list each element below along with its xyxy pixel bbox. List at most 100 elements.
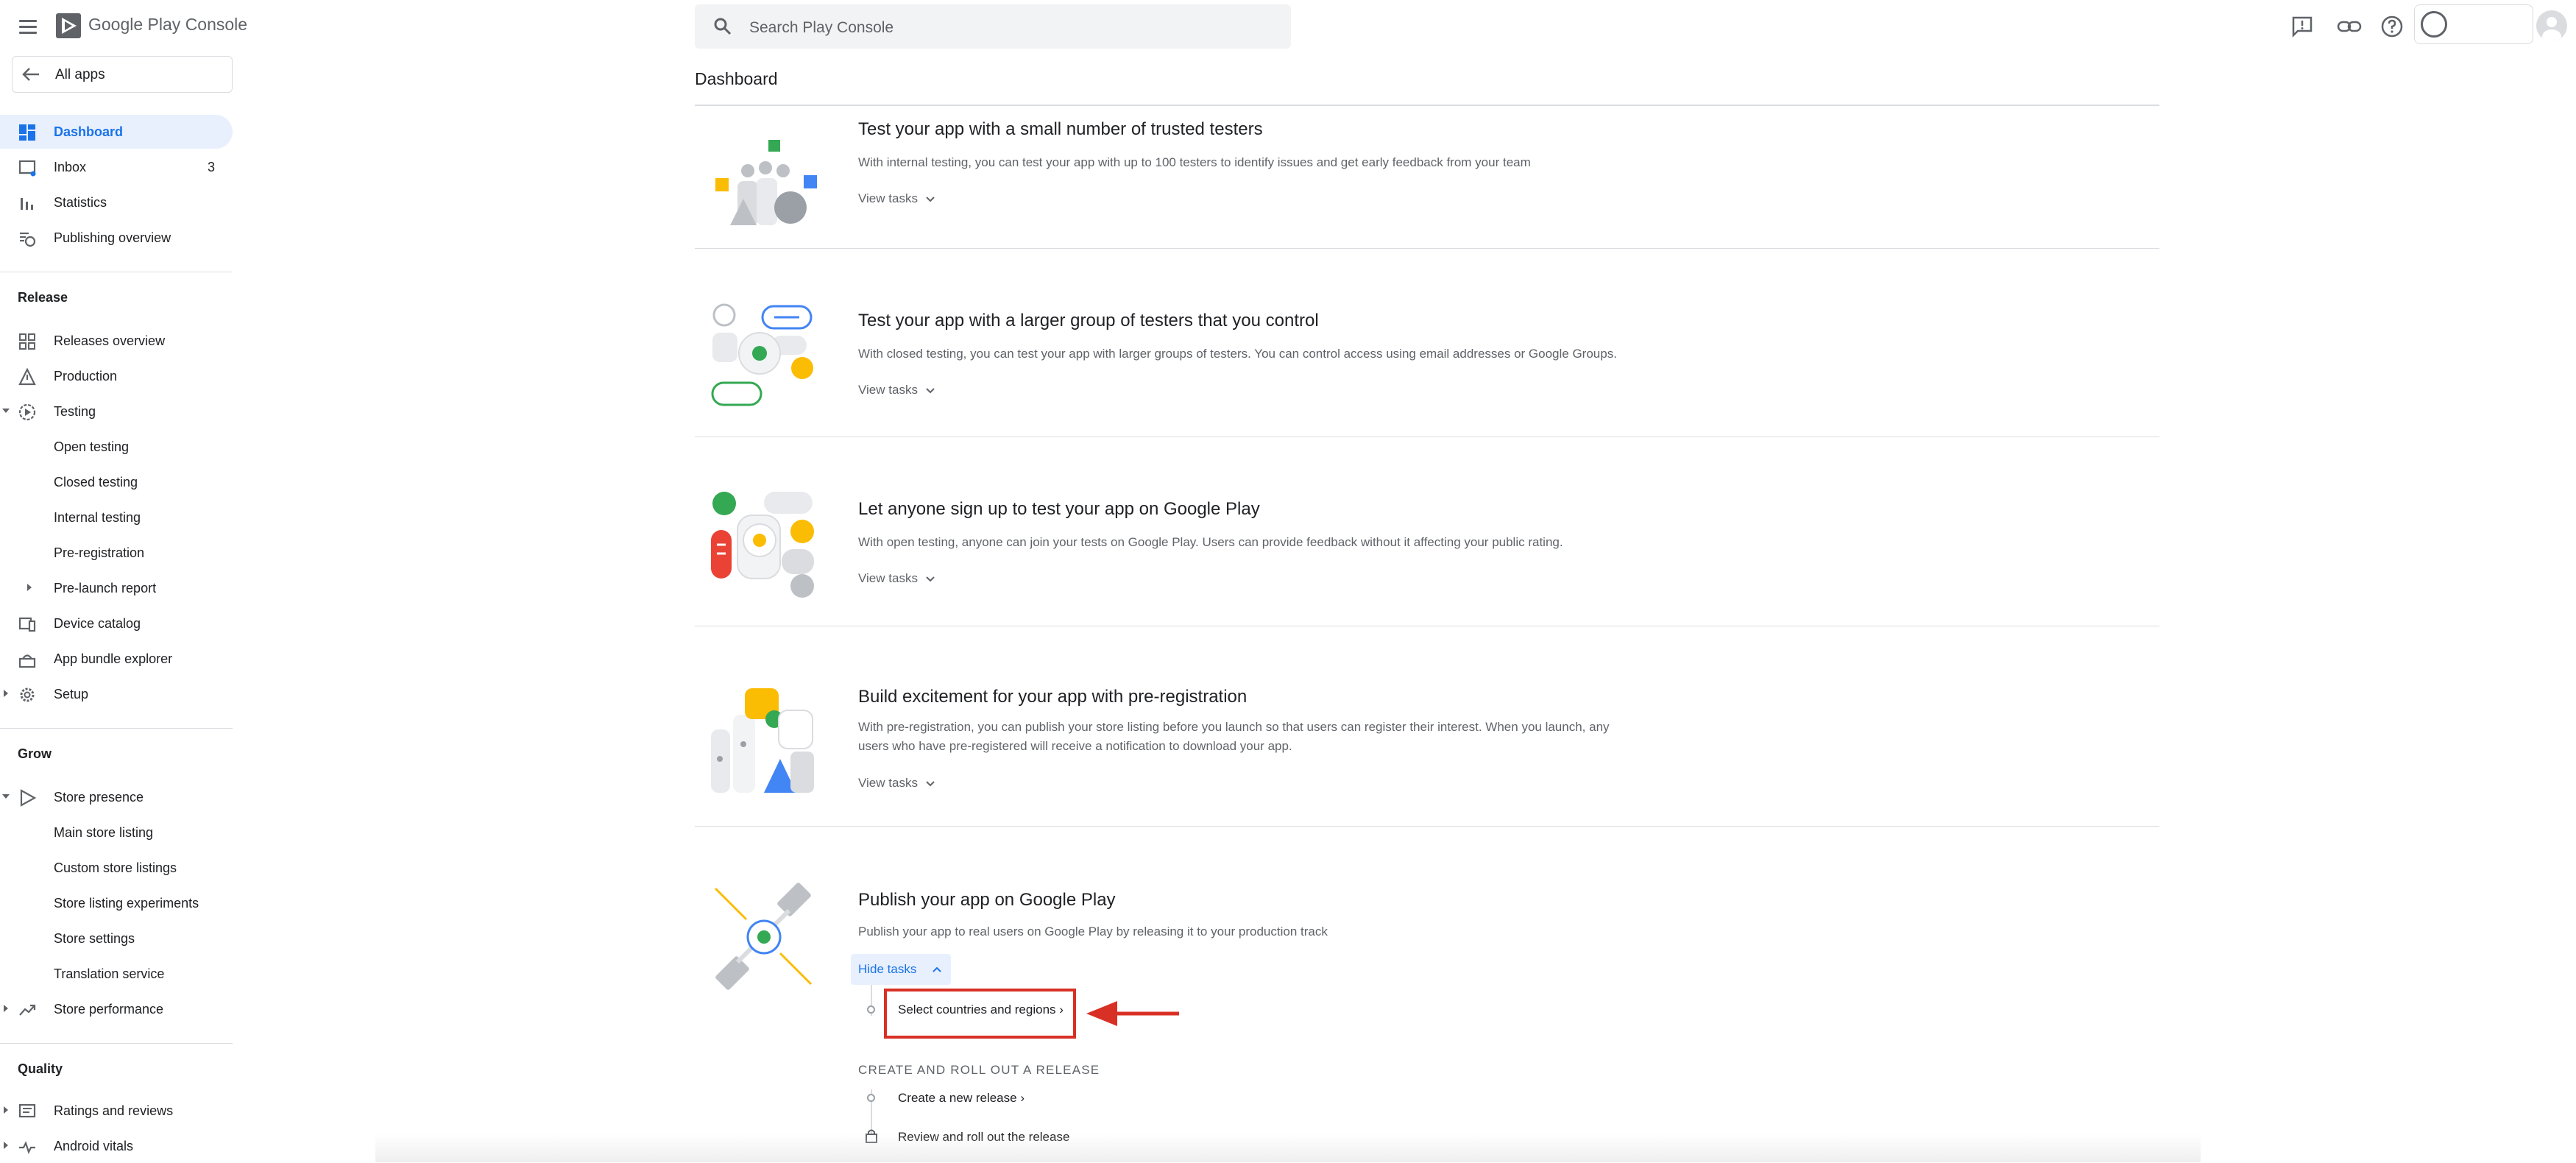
sidebar-item-label: Internal testing	[54, 510, 141, 525]
internal-testing-illustration	[715, 140, 817, 225]
step-status-icon	[867, 1094, 875, 1102]
sidebar-item-store-performance[interactable]: Store performance	[0, 992, 233, 1026]
sidebar-item-label: Production	[54, 369, 118, 383]
publish-app-illustration	[714, 883, 813, 990]
sidebar-item-app-bundle-explorer[interactable]: App bundle explorer	[0, 642, 233, 676]
card-description: Publish your app to real users on Google…	[858, 925, 1328, 938]
sidebar-item-label: Statistics	[54, 195, 107, 210]
sidebar-item-store-presence[interactable]: Store presence	[0, 780, 233, 814]
sidebar-item-store-settings[interactable]: Store settings	[0, 922, 233, 955]
sidebar-item-production[interactable]: Production	[0, 359, 233, 393]
sidebar-item-store-listing-experiments[interactable]: Store listing experiments	[0, 886, 233, 920]
view-tasks-button[interactable]: View tasks	[858, 191, 935, 206]
annotation-arrow-icon	[1086, 1001, 1179, 1026]
sidebar-item-ratings-and-reviews[interactable]: Ratings and reviews	[0, 1094, 233, 1128]
sidebar-item-label: Custom store listings	[54, 860, 177, 875]
sidebar-item-android-vitals[interactable]: Android vitals	[0, 1129, 233, 1163]
top-bar: Google Play Console Search Play Console	[0, 0, 2576, 53]
chevron-right-icon[interactable]	[1, 1004, 10, 1013]
sidebar-item-label: Store presence	[54, 790, 144, 805]
sidebar-item-label: Store listing experiments	[54, 896, 199, 911]
card-title: Let anyone sign up to test your app on G…	[858, 499, 1260, 519]
hide-tasks-button[interactable]: Hide tasks	[851, 954, 951, 985]
search-bar[interactable]: Search Play Console	[695, 4, 1291, 49]
sidebar-item-label: Testing	[54, 404, 96, 419]
chevron-down-icon[interactable]	[1, 792, 10, 801]
chevron-down-icon	[926, 387, 935, 393]
testing-icon	[18, 403, 36, 421]
section-heading-create-release: CREATE AND ROLL OUT A RELEASE	[858, 1063, 1100, 1077]
section-heading-quality: Quality	[18, 1061, 63, 1076]
chevron-right-icon[interactable]	[25, 583, 34, 592]
step-status-icon	[867, 1005, 875, 1014]
inbox-icon	[18, 160, 36, 177]
account-icon	[2421, 11, 2447, 38]
ratings-icon	[18, 1103, 36, 1118]
sidebar-item-pre-launch-report[interactable]: Pre-launch report	[0, 571, 233, 605]
sidebar-item-main-store-listing[interactable]: Main store listing	[0, 816, 233, 849]
chevron-down-icon	[926, 576, 935, 582]
view-tasks-label: View tasks	[858, 191, 918, 205]
pre-registration-illustration	[711, 688, 814, 793]
avatar-icon[interactable]	[2536, 10, 2567, 41]
chevron-right-icon[interactable]	[1, 1141, 10, 1150]
card-description: With open testing, anyone can join your …	[858, 535, 1563, 549]
brand-name: Google Play Console	[88, 15, 248, 34]
sidebar-item-label: Android vitals	[54, 1139, 134, 1153]
sidebar-item-label: Device catalog	[54, 616, 141, 631]
chevron-down-icon	[926, 780, 935, 786]
page-title: Dashboard	[695, 69, 778, 88]
sidebar-item-statistics[interactable]: Statistics	[0, 185, 233, 219]
all-apps-button[interactable]: All apps	[12, 56, 233, 93]
inbox-count-badge: 3	[207, 160, 215, 174]
sidebar-item-custom-store-listings[interactable]: Custom store listings	[0, 851, 233, 885]
sidebar-item-label: Dashboard	[54, 124, 124, 139]
sidebar-item-dashboard[interactable]: Dashboard	[0, 115, 233, 149]
sidebar-item-inbox[interactable]: Inbox 3	[0, 150, 233, 184]
sidebar-item-label: Pre-launch report	[54, 581, 157, 595]
sidebar-item-publishing-overview[interactable]: Publishing overview	[0, 221, 233, 255]
account-switcher[interactable]	[2414, 4, 2533, 44]
search-input[interactable]: Search Play Console	[749, 19, 894, 37]
sidebar-item-label: Setup	[54, 687, 89, 701]
sidebar-item-label: Releases overview	[54, 333, 166, 348]
sidebar-item-internal-testing[interactable]: Internal testing	[0, 501, 233, 534]
card-description: With pre-registration, you can publish y…	[858, 720, 1610, 753]
closed-testing-illustration	[711, 303, 813, 406]
publishing-overview-icon	[20, 232, 36, 247]
sidebar-item-open-testing[interactable]: Open testing	[0, 430, 233, 464]
view-tasks-button[interactable]: View tasks	[858, 571, 935, 586]
card-title: Test your app with a larger group of tes…	[858, 311, 1319, 330]
sidebar-item-device-catalog[interactable]: Device catalog	[0, 607, 233, 640]
app-bundle-explorer-icon	[18, 654, 36, 668]
hide-tasks-label: Hide tasks	[858, 962, 917, 976]
play-console-logo[interactable]	[54, 10, 87, 43]
help-icon[interactable]	[2379, 13, 2405, 40]
sidebar-item-label: Ratings and reviews	[54, 1103, 174, 1118]
sidebar-item-label: Publishing overview	[54, 230, 171, 245]
sidebar-item-closed-testing[interactable]: Closed testing	[0, 465, 233, 499]
sidebar-item-releases-overview[interactable]: Releases overview	[0, 324, 233, 358]
view-tasks-button[interactable]: View tasks	[858, 776, 935, 791]
production-icon	[18, 367, 36, 386]
chevron-down-icon[interactable]	[1, 406, 10, 415]
arrow-back-icon	[22, 68, 39, 81]
sidebar-item-testing[interactable]: Testing	[0, 395, 233, 428]
chevron-right-icon[interactable]	[1, 689, 10, 698]
device-catalog-icon	[18, 617, 36, 632]
link-icon[interactable]	[2336, 13, 2363, 40]
chevron-right-icon[interactable]	[1, 1106, 10, 1114]
view-tasks-label: View tasks	[858, 571, 918, 585]
sidebar-item-translation-service[interactable]: Translation service	[0, 957, 233, 991]
create-release-link[interactable]: Create a new release ›	[898, 1091, 1025, 1106]
section-heading-release: Release	[18, 290, 68, 305]
menu-icon[interactable]	[16, 15, 41, 40]
task-card-open-testing: Let anyone sign up to test your app on G…	[695, 437, 2159, 626]
sidebar-divider	[0, 728, 233, 729]
sidebar-item-pre-registration[interactable]: Pre-registration	[0, 536, 233, 570]
all-apps-label: All apps	[55, 67, 105, 82]
feedback-icon[interactable]	[2289, 13, 2315, 40]
sidebar-item-setup[interactable]: Setup	[0, 677, 233, 711]
vitals-icon	[19, 1141, 35, 1154]
view-tasks-button[interactable]: View tasks	[858, 383, 935, 397]
